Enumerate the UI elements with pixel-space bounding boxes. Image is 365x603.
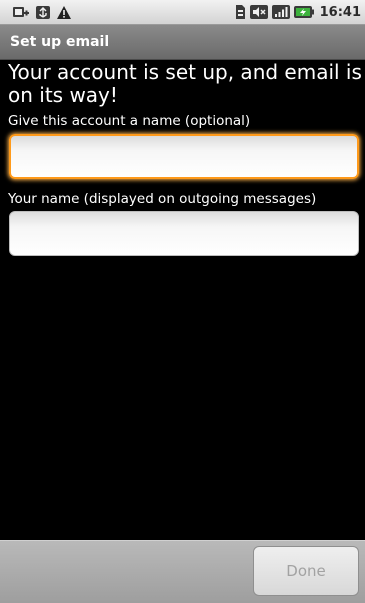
warning-icon — [56, 5, 72, 20]
signal-icon — [271, 4, 290, 20]
done-button[interactable]: Done — [253, 546, 359, 596]
usb-connected-icon — [35, 5, 51, 20]
mute-icon — [249, 4, 268, 20]
account-name-input[interactable] — [9, 134, 359, 179]
system-icons: 16:41 — [235, 4, 361, 20]
sim-icon — [235, 4, 246, 20]
account-name-label: Give this account a name (optional) — [8, 113, 251, 129]
status-bar: 16:41 — [0, 0, 365, 25]
battery-charging-icon — [293, 4, 314, 20]
notification-icons — [12, 5, 72, 20]
page-title: Set up email — [10, 34, 110, 50]
bottom-button-bar: Done — [0, 540, 365, 603]
title-bar: Set up email — [0, 25, 365, 60]
your-name-label: Your name (displayed on outgoing message… — [8, 191, 317, 207]
setup-complete-message: Your account is set up, and email is on … — [8, 60, 362, 107]
your-name-input[interactable] — [9, 211, 359, 256]
clock: 16:41 — [319, 4, 361, 20]
usb-debug-icon — [12, 5, 30, 20]
